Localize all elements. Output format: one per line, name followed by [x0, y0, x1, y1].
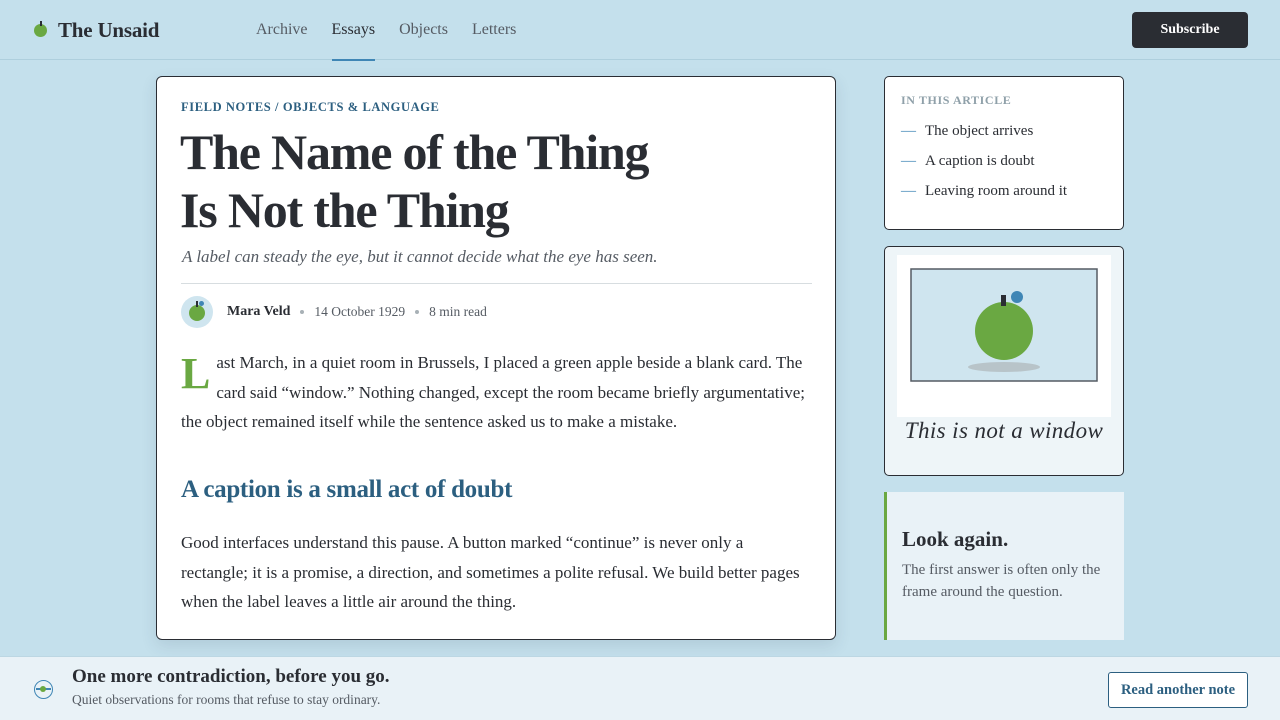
- subscribe-button[interactable]: Subscribe: [1132, 12, 1248, 48]
- dash-icon: —: [901, 153, 916, 169]
- brand-name: The Unsaid: [58, 17, 160, 42]
- callout-title: Look again.: [902, 527, 1009, 551]
- pull-quote-callout: Look again. The first answer is often on…: [884, 492, 1124, 640]
- article-kicker[interactable]: FIELD NOTES / OBJECTS & LANGUAGE: [181, 100, 439, 115]
- article-card: FIELD NOTES / OBJECTS & LANGUAGE The Nam…: [156, 76, 836, 640]
- orbit-icon: [34, 680, 53, 699]
- toc-item[interactable]: — The object arrives: [901, 116, 1067, 146]
- meta-separator: [300, 310, 305, 314]
- article-headline: The Name of the Thing Is Not the Thing: [180, 123, 700, 239]
- main-nav: Archive Essays Objects Letters: [256, 0, 540, 61]
- read-another-button[interactable]: Read another note: [1108, 672, 1248, 708]
- author-avatar[interactable]: [181, 296, 213, 328]
- apple-figure: This is not a window: [884, 246, 1124, 476]
- toc-label: IN THIS ARTICLE: [901, 93, 1012, 107]
- paragraph-1-text: ast March, in a quiet room in Brussels, …: [181, 353, 806, 431]
- read-time: 8 min read: [429, 304, 487, 319]
- banner-title: One more contradiction, before you go.: [72, 666, 390, 687]
- byline: Mara Veld 14 October 1929 8 min read: [181, 296, 487, 328]
- dash-icon: —: [901, 123, 916, 139]
- avatar-dot-icon: [199, 301, 204, 306]
- nav-letters[interactable]: Letters: [472, 0, 516, 60]
- brand[interactable]: The Unsaid: [34, 16, 159, 44]
- nav-archive[interactable]: Archive: [256, 0, 308, 60]
- figure-image: [897, 255, 1111, 417]
- article-dek: A label can steady the eye, but it canno…: [182, 247, 658, 266]
- publish-date: 14 October 1929: [314, 304, 406, 319]
- paragraph-2: Good interfaces understand this pause. A…: [181, 533, 800, 611]
- apple-illustration: [910, 268, 1098, 382]
- divider: [181, 283, 812, 284]
- drop-cap: L: [181, 349, 211, 398]
- figure-caption: This is not a window: [904, 418, 1104, 443]
- meta-separator: [415, 310, 420, 314]
- headline-line-1: The Name of the Thing: [180, 124, 650, 180]
- toc-list: — The object arrives — A caption is doubt …: [901, 116, 1067, 206]
- author-name[interactable]: Mara Veld: [227, 304, 290, 320]
- toc-item[interactable]: — A caption is doubt: [901, 146, 1067, 176]
- bottom-banner: One more contradiction, before you go. Q…: [0, 656, 1280, 720]
- nav-essays[interactable]: Essays: [331, 0, 375, 61]
- headline-line-2: Is Not the Thing: [180, 182, 510, 238]
- toc-item-label: A caption is doubt: [925, 153, 1035, 169]
- dash-icon: —: [901, 183, 916, 199]
- apple-logo-icon: [34, 20, 47, 37]
- banner-subtitle: Quiet observations for rooms that refuse…: [72, 692, 381, 707]
- callout-text: The first answer is often only the frame…: [902, 562, 1101, 600]
- toc-item-label: The object arrives: [925, 123, 1034, 139]
- table-of-contents: IN THIS ARTICLE — The object arrives — A c…: [884, 76, 1124, 230]
- paragraph-1: Last March, in a quiet room in Brussels,…: [181, 348, 811, 437]
- site-header: The Unsaid Archive Essays Objects Letter…: [0, 0, 1280, 61]
- nav-objects[interactable]: Objects: [399, 0, 448, 60]
- toc-item-label: Leaving room around it: [925, 183, 1068, 199]
- section-heading: A caption is a small act of doubt: [181, 476, 513, 503]
- toc-item[interactable]: — Leaving room around it: [901, 176, 1067, 206]
